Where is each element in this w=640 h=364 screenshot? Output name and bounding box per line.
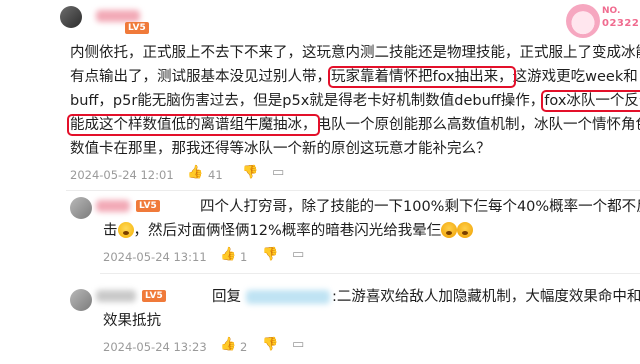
comment-bubble-icon[interactable]: ▭: [292, 247, 304, 262]
username-blurred[interactable]: [96, 10, 140, 22]
timestamp: 2024-05-24 13:11: [103, 250, 207, 264]
thumbs-down-icon[interactable]: 👎: [262, 337, 278, 352]
like-count: 1: [240, 250, 248, 264]
level-badge: LV5: [142, 290, 166, 302]
highlight-box: 玩家靠着情怀把fox抽出来，: [328, 66, 516, 88]
divider: [66, 190, 640, 191]
highlight-box: 能成这个样数值低的离谱组牛魔抽冰，: [67, 114, 320, 136]
smile-emoji: [117, 222, 134, 238]
like-count: 41: [208, 168, 223, 182]
comment-line: 能成这个样数值低的离谱组牛魔抽冰，电队一个原创能那么高数值机制，冰队一个情怀角色: [67, 114, 640, 136]
badge-number: 023221: [602, 18, 640, 29]
like-count: 2: [240, 340, 248, 354]
scream-emoji: [457, 222, 474, 238]
thumbs-up-icon[interactable]: 👍: [220, 337, 236, 352]
comment-line: :二游喜欢给敌人加隐藏机制，大幅度效果命中和: [332, 289, 640, 305]
avatar[interactable]: [60, 6, 82, 28]
scream-emoji: [441, 222, 458, 238]
timestamp: 2024-05-24 13:23: [103, 340, 207, 354]
comment-bubble-icon[interactable]: ▭: [292, 337, 304, 352]
thumbs-up-icon[interactable]: 👍: [187, 165, 203, 180]
comment-line: buff，p5r能无脑伤害过去，但是p5x就是得老卡好机制数值debuff操作，…: [70, 90, 640, 114]
avatar[interactable]: [70, 197, 92, 219]
comment-line: 数值卡在那里，那我还得等冰队一个新的原创这玩意才能补完么？: [70, 141, 491, 157]
comment-line: 四个人打穷哥，除了技能的一下100%剩下仨每个40%概率一个都不反: [200, 199, 640, 215]
thumbs-down-icon[interactable]: 👎: [242, 165, 258, 180]
divider: [100, 273, 640, 274]
username-blurred[interactable]: [96, 290, 136, 302]
comment-line: 有点输出了，测试服基本没见过别人带，玩家靠着情怀把fox抽出来，这游戏更吃wee…: [70, 66, 638, 88]
comment-line: 击，然后对面俩怪俩12%概率的暗巷闪光给我晕仨: [103, 220, 474, 244]
thumbs-down-icon[interactable]: 👎: [262, 247, 278, 262]
collector-badge: NO. 023221: [566, 4, 640, 40]
thumbs-up-icon[interactable]: 👍: [220, 247, 236, 262]
avatar[interactable]: [70, 289, 92, 311]
highlight-box: fox冰队一个反击c: [541, 90, 640, 112]
level-badge: LV5: [125, 22, 149, 34]
badge-no-label: NO.: [602, 6, 621, 16]
mascot-avatar: [566, 4, 600, 38]
comment-line: 内侧依托，正式服上不去下不来了，这玩意内测二技能还是物理技能，正式服上了变成冰能: [70, 45, 640, 61]
username-blurred[interactable]: [96, 200, 130, 212]
level-badge: LV5: [136, 200, 160, 212]
comment-line: 回复: [212, 289, 241, 305]
comment-line: 效果抵抗: [103, 313, 161, 329]
reply-target-blurred[interactable]: [246, 290, 330, 304]
timestamp: 2024-05-24 12:01: [70, 168, 174, 182]
comment-bubble-icon[interactable]: ▭: [272, 165, 284, 180]
